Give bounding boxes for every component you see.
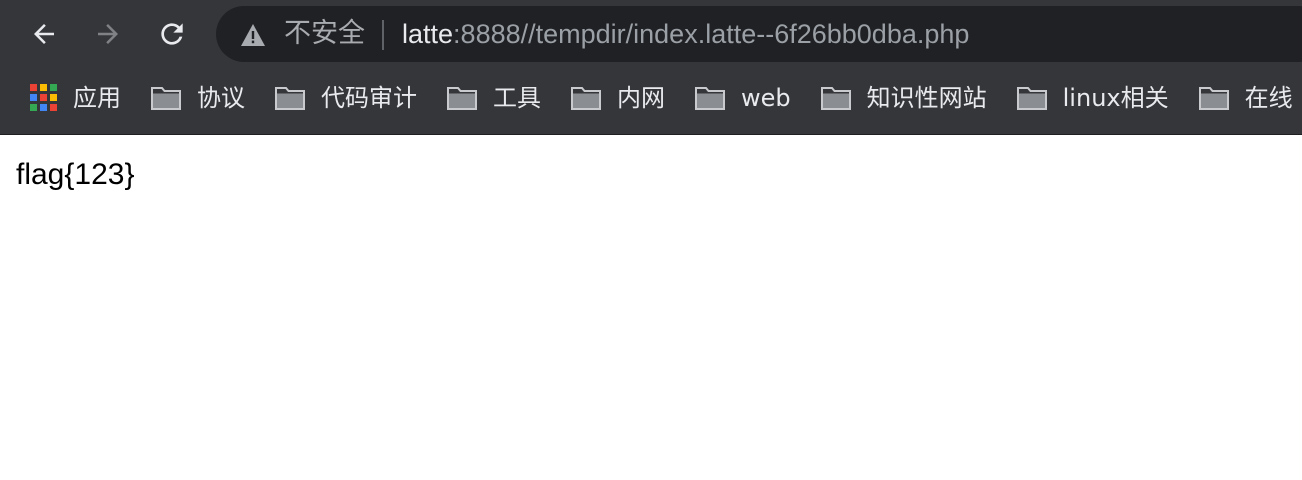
bookmark-label: 代码审计	[321, 84, 417, 112]
folder-icon	[1016, 87, 1047, 110]
bookmarks-bar: 应用 协议 代码审计 工具 内网 web 知识性网站 linux相关 在线	[0, 74, 1302, 122]
forward-button[interactable]	[88, 14, 128, 54]
warning-icon[interactable]	[240, 23, 266, 47]
folder-icon	[1198, 87, 1229, 110]
bookmark-label: web	[741, 84, 791, 112]
folder-icon	[571, 87, 601, 110]
back-button[interactable]	[24, 14, 64, 54]
bookmark-folder-knowledge-sites[interactable]: 知识性网站	[791, 74, 987, 122]
folder-icon	[695, 87, 725, 110]
bookmark-folder-protocol[interactable]: 协议	[121, 74, 245, 122]
reload-button[interactable]	[152, 14, 192, 54]
url-host: latte	[402, 19, 454, 49]
not-secure-label[interactable]: 不安全	[284, 17, 365, 51]
apps-grid-icon	[30, 84, 58, 112]
browser-chrome: 不安全 latte:8888//tempdir/index.latte--6f2…	[0, 0, 1302, 135]
page-content: flag{123}	[0, 135, 1302, 480]
bookmark-folder-online[interactable]: 在线	[1169, 74, 1293, 122]
bookmark-label: linux相关	[1062, 84, 1169, 112]
bookmark-label: 内网	[617, 84, 665, 112]
bookmark-label: 应用	[73, 84, 121, 112]
url-text[interactable]: latte:8888//tempdir/index.latte--6f26bb0…	[402, 17, 969, 51]
bookmark-label: 在线	[1244, 84, 1293, 112]
bookmark-label: 知识性网站	[866, 84, 987, 112]
address-divider	[382, 20, 384, 50]
arrow-right-icon	[98, 24, 118, 44]
bookmark-label: 工具	[493, 84, 541, 112]
arrow-left-icon	[34, 24, 54, 44]
folder-icon	[151, 87, 181, 110]
bookmark-label: 协议	[197, 84, 245, 112]
bookmark-folder-intranet[interactable]: 内网	[541, 74, 665, 122]
bookmark-folder-web[interactable]: web	[665, 74, 791, 122]
flag-text: flag{123}	[16, 158, 135, 191]
reload-icon	[161, 23, 183, 45]
bookmark-folder-code-audit[interactable]: 代码审计	[245, 74, 417, 122]
folder-icon	[820, 87, 851, 110]
url-path: :8888//tempdir/index.latte--6f26bb0dba.p…	[453, 19, 970, 49]
bookmark-folder-tools[interactable]: 工具	[417, 74, 541, 122]
bookmark-apps[interactable]: 应用	[0, 74, 121, 122]
folder-icon	[275, 87, 305, 110]
folder-icon	[447, 87, 477, 110]
address-bar[interactable]: 不安全 latte:8888//tempdir/index.latte--6f2…	[216, 6, 1302, 62]
bookmark-folder-linux[interactable]: linux相关	[987, 74, 1169, 122]
